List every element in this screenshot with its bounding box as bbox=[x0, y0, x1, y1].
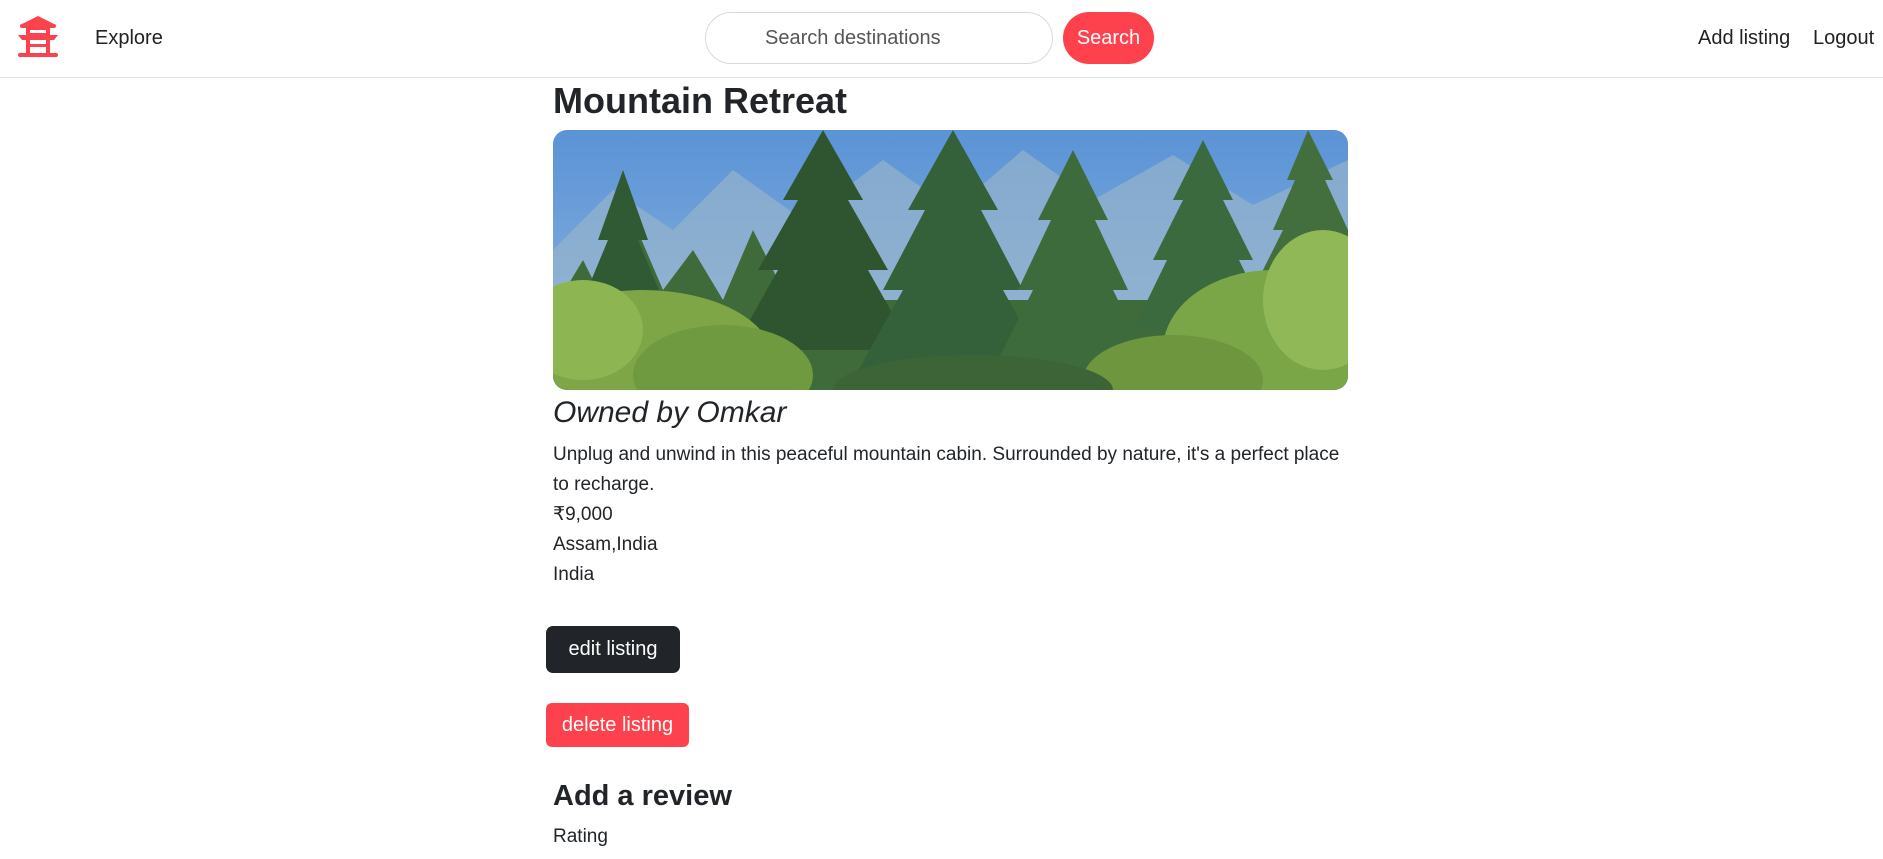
delete-listing-button[interactable]: delete listing bbox=[546, 703, 689, 747]
rating-label: Rating bbox=[553, 826, 608, 847]
listing-country: India bbox=[553, 564, 595, 585]
nav-add-listing-link[interactable]: Add listing bbox=[1698, 27, 1790, 50]
nav-logout-link[interactable]: Logout bbox=[1813, 27, 1874, 50]
listing-image bbox=[553, 130, 1348, 390]
listing-title: Mountain Retreat bbox=[553, 80, 848, 121]
pagoda-icon[interactable] bbox=[14, 14, 62, 58]
edit-listing-button[interactable]: edit listing bbox=[546, 626, 680, 673]
review-heading: Add a review bbox=[553, 780, 732, 812]
listing-owner: Owned by Omkar bbox=[553, 396, 787, 429]
listing-description: Unplug and unwind in this peaceful mount… bbox=[553, 444, 1340, 495]
nav-explore-link[interactable]: Explore bbox=[95, 27, 163, 50]
search-input[interactable] bbox=[705, 12, 1053, 64]
listing-location: Assam,India bbox=[553, 534, 658, 555]
navbar: Explore Search Add listing Logout bbox=[0, 0, 1883, 78]
search-button[interactable]: Search bbox=[1063, 12, 1154, 64]
listing-price: ₹9,000 bbox=[553, 504, 613, 525]
